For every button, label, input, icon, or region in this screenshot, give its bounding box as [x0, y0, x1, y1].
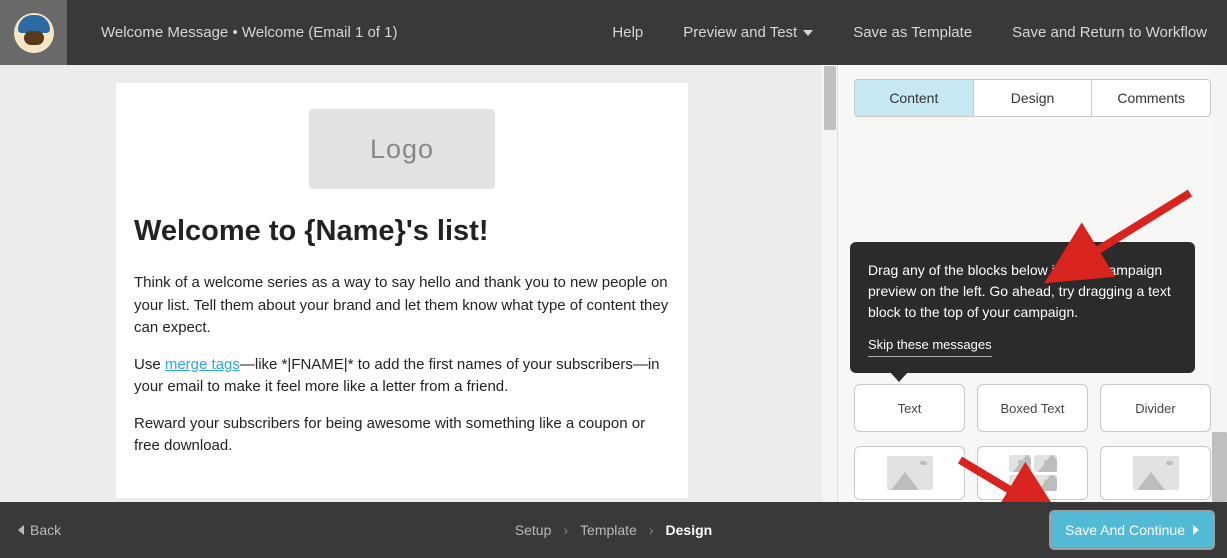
- tab-design[interactable]: Design: [973, 80, 1092, 116]
- block-text[interactable]: Text: [854, 384, 965, 432]
- block-divider[interactable]: Divider: [1100, 384, 1211, 432]
- email-canvas[interactable]: Logo Welcome to {Name}'s list! Think of …: [116, 83, 688, 498]
- work-area: Logo Welcome to {Name}'s list! Think of …: [0, 65, 1227, 502]
- block-image[interactable]: [854, 446, 965, 500]
- app-logo[interactable]: [0, 0, 67, 65]
- step-setup[interactable]: Setup: [515, 522, 552, 538]
- side-scrollbar-track[interactable]: [1212, 65, 1227, 502]
- chevron-right-icon: ›: [649, 522, 654, 538]
- top-toolbar: Welcome Message • Welcome (Email 1 of 1)…: [0, 0, 1227, 65]
- step-template[interactable]: Template: [580, 522, 637, 538]
- save-return-workflow-link[interactable]: Save and Return to Workflow: [992, 24, 1227, 41]
- onboarding-tooltip: Drag any of the blocks below into the ca…: [850, 242, 1195, 373]
- preview-test-label: Preview and Test: [683, 24, 797, 41]
- block-image-card[interactable]: [1100, 446, 1211, 500]
- side-tabs: Content Design Comments: [854, 79, 1211, 117]
- skip-messages-link[interactable]: Skip these messages: [868, 335, 992, 357]
- step-design[interactable]: Design: [666, 522, 713, 538]
- save-as-template-link[interactable]: Save as Template: [833, 24, 992, 41]
- block-grid-row2: [854, 446, 1211, 500]
- logo-placeholder[interactable]: Logo: [309, 109, 495, 189]
- save-and-continue-button[interactable]: Save And Continue: [1051, 512, 1213, 548]
- chevron-right-icon: ›: [563, 522, 568, 538]
- block-image-group[interactable]: [977, 446, 1088, 500]
- back-button[interactable]: Back: [18, 522, 61, 538]
- block-boxed-text[interactable]: Boxed Text: [977, 384, 1088, 432]
- side-panel: Content Design Comments Text Boxed Text …: [837, 65, 1227, 502]
- email-heading[interactable]: Welcome to {Name}'s list!: [134, 215, 670, 248]
- email-paragraph-3[interactable]: Reward your subscribers for being awesom…: [134, 413, 670, 458]
- tab-content[interactable]: Content: [855, 80, 973, 116]
- chevron-down-icon: [803, 30, 813, 36]
- bottom-toolbar: Back Setup › Template › Design Save And …: [0, 502, 1227, 558]
- image-card-icon: [1133, 456, 1179, 490]
- merge-tags-link[interactable]: merge tags: [165, 356, 240, 373]
- chevron-left-icon: [18, 525, 24, 535]
- monkey-icon: [14, 13, 54, 53]
- canvas-wrap: Logo Welcome to {Name}'s list! Think of …: [0, 65, 837, 502]
- tab-comments[interactable]: Comments: [1091, 80, 1210, 116]
- email-paragraph-2[interactable]: Use merge tags—like *|FNAME|* to add the…: [134, 354, 670, 399]
- chevron-right-icon: [1193, 525, 1199, 535]
- tooltip-body: Drag any of the blocks below into the ca…: [868, 260, 1177, 323]
- side-scrollbar-thumb[interactable]: [1212, 432, 1227, 502]
- image-icon: [887, 456, 933, 490]
- page-title: Welcome Message • Welcome (Email 1 of 1): [101, 24, 397, 41]
- help-link[interactable]: Help: [592, 24, 663, 41]
- block-grid: Text Boxed Text Divider: [854, 384, 1211, 432]
- canvas-scrollbar[interactable]: [822, 65, 837, 502]
- step-breadcrumb: Setup › Template › Design: [515, 522, 712, 538]
- preview-test-menu[interactable]: Preview and Test: [663, 24, 833, 41]
- email-paragraph-1[interactable]: Think of a welcome series as a way to sa…: [134, 272, 670, 340]
- image-group-icon: [1009, 455, 1057, 491]
